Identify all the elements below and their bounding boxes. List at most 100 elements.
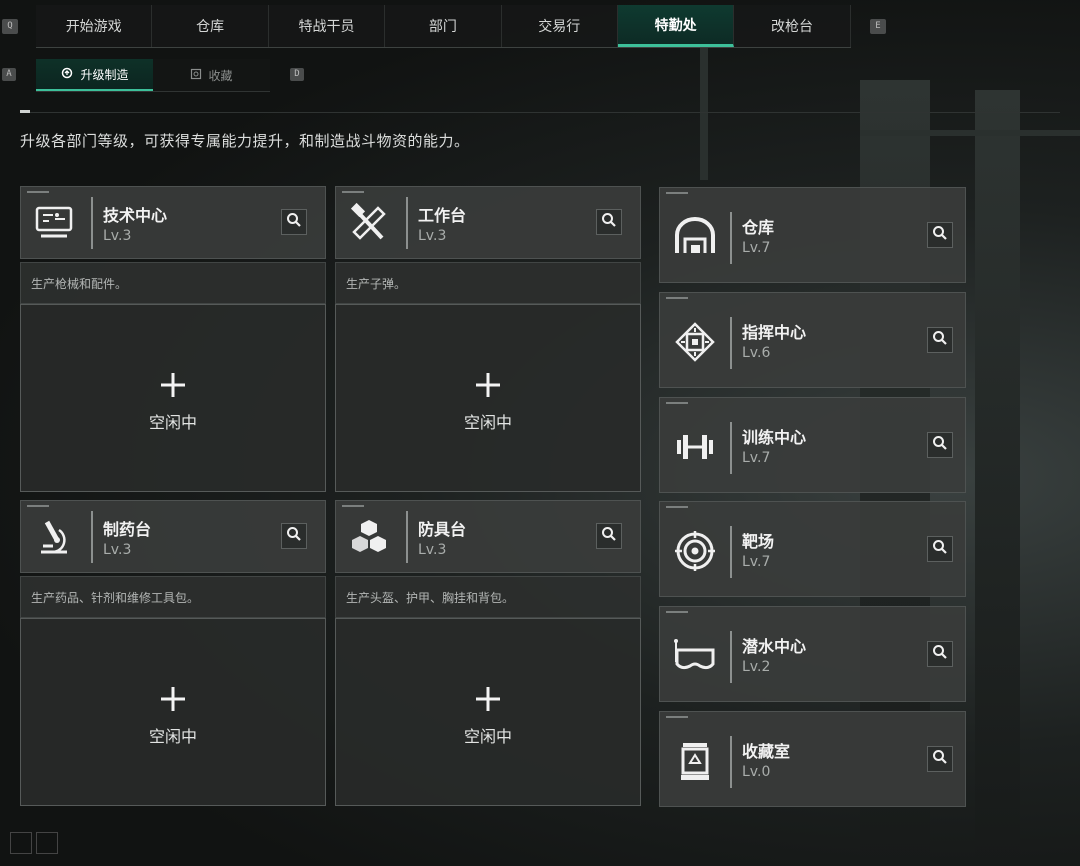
workshop-name: 技术中心: [103, 206, 168, 225]
card-tag: [666, 401, 688, 404]
tab-operators[interactable]: 特战干员: [269, 5, 386, 47]
warehouse-icon: [670, 212, 720, 262]
microscope-icon: [29, 512, 79, 562]
search-icon: [932, 225, 948, 245]
facility-level: Lv.7: [742, 554, 771, 571]
facility-card[interactable]: 训练中心 Lv.7: [659, 396, 966, 493]
facility-name: 潜水中心: [742, 637, 807, 657]
facility-name: 仓库: [742, 218, 775, 237]
craft-slot[interactable]: 空闲中: [20, 618, 326, 806]
chip-icon: [670, 317, 720, 367]
facility-level: Lv.2: [742, 659, 771, 676]
search-icon: [932, 539, 948, 559]
tab-start-game[interactable]: 开始游戏: [36, 5, 153, 47]
facility-card[interactable]: 指挥中心 Lv.6: [659, 291, 966, 388]
inspect-button[interactable]: [281, 523, 307, 549]
separator: [91, 197, 93, 249]
subtab-collection[interactable]: 收藏: [153, 59, 270, 91]
inspect-button[interactable]: [927, 431, 953, 458]
hammer-wrench-icon: [344, 198, 394, 248]
plus-icon: [159, 371, 187, 403]
workshop-description: 生产子弹。: [335, 262, 641, 304]
slot-status: 空闲中: [463, 413, 512, 432]
card-tag: [666, 611, 688, 614]
workshop-card[interactable]: 工作台 Lv.3: [335, 186, 641, 259]
subtab-upgrade-craft[interactable]: 升级制造: [36, 59, 153, 91]
separator: [730, 421, 732, 474]
search-icon: [932, 749, 948, 769]
key-hint-q: Q: [2, 19, 18, 34]
inspect-button[interactable]: [927, 746, 953, 772]
workshop-card[interactable]: 制药台 Lv.3: [20, 500, 326, 573]
craft-slot[interactable]: 空闲中: [335, 304, 641, 492]
inspect-button[interactable]: [596, 209, 622, 235]
key-hint-a: A: [2, 68, 16, 81]
workshop-description: 生产药品、针剂和维修工具包。: [20, 576, 326, 618]
bottom-indicators: [10, 832, 58, 854]
separator: [730, 631, 732, 684]
search-icon: [286, 212, 302, 232]
card-tag: [666, 506, 688, 509]
workshop-level: Lv.3: [103, 542, 132, 558]
facility-level: Lv.7: [742, 449, 771, 466]
cubes-icon: [344, 512, 394, 562]
workshop-description: 生产头盔、护甲、胸挂和背包。: [335, 576, 641, 618]
search-icon: [286, 526, 302, 546]
divider: [20, 112, 1060, 113]
facility-card[interactable]: 收藏室 Lv.0: [659, 711, 966, 807]
inspect-button[interactable]: [927, 641, 953, 668]
search-icon: [932, 435, 948, 455]
background-beam: [860, 130, 1080, 136]
plus-icon: [159, 685, 187, 717]
facility-name: 靶场: [742, 532, 775, 552]
tab-trading[interactable]: 交易行: [502, 5, 618, 47]
workshop-description: 生产枪械和配件。: [20, 262, 326, 304]
tab-special-service[interactable]: 特勤处: [617, 5, 735, 47]
divider-mark: [20, 110, 30, 113]
facility-card[interactable]: 潜水中心 Lv.2: [659, 606, 966, 703]
separator: [91, 511, 93, 563]
subtab-label: 收藏: [208, 68, 233, 83]
separator: [730, 212, 732, 264]
craft-slot[interactable]: 空闲中: [20, 304, 326, 492]
dive-mask-icon: [670, 631, 720, 681]
facility-card[interactable]: 靶场 Lv.7: [659, 501, 966, 598]
inspect-button[interactable]: [927, 536, 953, 563]
tab-gunsmith[interactable]: 改枪台: [734, 5, 851, 47]
workshop-level: Lv.3: [418, 542, 447, 558]
subtab-label: 升级制造: [80, 67, 129, 82]
search-icon: [601, 526, 617, 546]
inspect-button[interactable]: [596, 523, 622, 549]
facility-name: 收藏室: [742, 742, 791, 761]
card-tag: [27, 505, 49, 507]
tab-warehouse[interactable]: 仓库: [152, 5, 269, 47]
workshop-name: 防具台: [418, 520, 467, 539]
plus-icon: [474, 371, 502, 403]
search-icon: [601, 212, 617, 232]
workshop-name: 制药台: [103, 520, 152, 539]
dumbbell-icon: [670, 422, 720, 472]
inspect-button[interactable]: [927, 326, 953, 353]
collection-icon: [190, 68, 202, 83]
background-pillar: [975, 90, 1020, 866]
search-icon: [932, 644, 948, 664]
workshop-card[interactable]: 技术中心 Lv.3: [20, 186, 326, 259]
separator: [406, 197, 408, 249]
separator: [406, 511, 408, 563]
inspect-button[interactable]: [281, 209, 307, 235]
facility-card[interactable]: 仓库 Lv.7: [659, 187, 966, 283]
background-beam: [700, 40, 708, 180]
craft-slot[interactable]: 空闲中: [335, 618, 641, 806]
key-hint-d: D: [290, 68, 304, 81]
tab-department[interactable]: 部门: [385, 5, 502, 47]
separator: [730, 736, 732, 788]
workshop-card[interactable]: 防具台 Lv.3: [335, 500, 641, 573]
facility-name: 指挥中心: [742, 322, 807, 342]
indicator-box: [10, 832, 32, 854]
key-hint-e: E: [870, 19, 886, 34]
separator: [730, 526, 732, 579]
display-case-icon: [670, 736, 720, 786]
indicator-box: [36, 832, 58, 854]
inspect-button[interactable]: [927, 222, 953, 248]
card-tag: [342, 191, 364, 193]
